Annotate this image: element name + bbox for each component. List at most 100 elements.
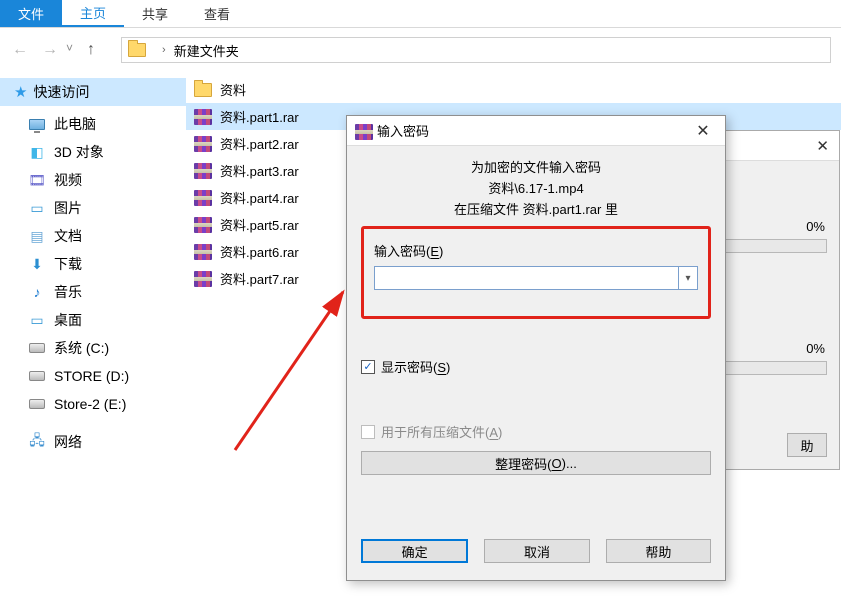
sidebar: ★ 快速访问 此电脑 ◧ 3D 对象 🎞 视频 ▭ 图片 ▤ 文档 ⬇ 下载 ♪ — [0, 72, 186, 605]
password-combobox: ▾ — [374, 266, 698, 290]
dialog-titlebar: ✕ — [721, 131, 839, 161]
dialog-button-row: 确定 取消 帮助 — [347, 532, 725, 580]
ribbon: 文件 主页 共享 查看 — [0, 0, 841, 28]
sidebar-item-drive-e[interactable]: Store-2 (E:) — [0, 390, 186, 418]
rar-icon — [194, 108, 212, 126]
sidebar-item-videos[interactable]: 🎞 视频 — [0, 166, 186, 194]
checkbox-icon — [361, 425, 375, 439]
show-password-checkbox-row[interactable]: ✓ 显示密码(S) — [361, 357, 711, 376]
disk-icon — [28, 343, 46, 353]
message-line: 为加密的文件输入密码 — [361, 158, 711, 179]
tab-home[interactable]: 主页 — [62, 0, 124, 27]
tab-share[interactable]: 共享 — [124, 0, 186, 27]
organize-passwords-button[interactable]: 整理密码(O)... — [361, 451, 711, 475]
ok-button[interactable]: 确定 — [361, 539, 468, 563]
address-row: ← → ˅ ↑ › 新建文件夹 — [0, 28, 841, 72]
sidebar-label: 音乐 — [54, 282, 82, 302]
dropdown-icon[interactable]: ▾ — [678, 266, 698, 290]
message-line: 资料\6.17-1.mp4 — [361, 179, 711, 200]
breadcrumb-folder[interactable]: 新建文件夹 — [174, 41, 239, 60]
disk-icon — [28, 371, 46, 381]
sidebar-item-this-pc[interactable]: 此电脑 — [0, 110, 186, 138]
sidebar-label: 图片 — [54, 198, 82, 218]
sidebar-item-network[interactable]: 🖧 网络 — [0, 428, 186, 456]
cancel-button[interactable]: 取消 — [484, 539, 589, 563]
sidebar-item-drive-c[interactable]: 系统 (C:) — [0, 334, 186, 362]
sidebar-label: STORE (D:) — [54, 368, 129, 384]
sidebar-item-documents[interactable]: ▤ 文档 — [0, 222, 186, 250]
sidebar-label: 系统 (C:) — [54, 338, 109, 358]
message-line: 在压缩文件 资料.part1.rar 里 — [361, 200, 711, 221]
sidebar-item-music[interactable]: ♪ 音乐 — [0, 278, 186, 306]
sidebar-label: Store-2 (E:) — [54, 396, 126, 412]
address-bar[interactable]: › 新建文件夹 — [121, 37, 831, 63]
progress-bar — [721, 361, 827, 375]
checkbox-icon[interactable]: ✓ — [361, 360, 375, 374]
up-icon[interactable]: ↑ — [87, 41, 95, 59]
progress-bar — [721, 239, 827, 253]
file-name: 资料.part4.rar — [220, 188, 299, 207]
sidebar-label: 快速访问 — [33, 82, 89, 102]
password-dialog: 输入密码 ✕ 为加密的文件输入密码 资料\6.17-1.mp4 在压缩文件 资料… — [346, 115, 726, 581]
file-name: 资料.part5.rar — [220, 215, 299, 234]
file-name: 资料.part1.rar — [220, 107, 299, 126]
file-name: 资料.part3.rar — [220, 161, 299, 180]
extract-progress-dialog: ✕ 0% 0% 助 — [720, 130, 840, 470]
nav-arrows: ← → ˅ ↑ — [10, 41, 101, 59]
use-for-all-checkbox-row: 用于所有压缩文件(A) — [361, 422, 711, 441]
sidebar-label: 视频 — [54, 170, 82, 190]
sidebar-label: 下载 — [54, 254, 82, 274]
password-input-label: 输入密码(E) — [374, 241, 698, 260]
monitor-icon — [28, 119, 46, 130]
help-button[interactable]: 帮助 — [606, 539, 711, 563]
list-item-folder[interactable]: 资料 — [186, 76, 841, 103]
progress-percent: 0% — [806, 219, 825, 234]
sidebar-item-drive-d[interactable]: STORE (D:) — [0, 362, 186, 390]
rar-icon — [194, 216, 212, 234]
pictures-icon: ▭ — [28, 200, 46, 217]
sidebar-item-desktop[interactable]: ▭ 桌面 — [0, 306, 186, 334]
tab-file[interactable]: 文件 — [0, 0, 62, 27]
video-icon: 🎞 — [28, 172, 46, 189]
rar-icon — [355, 123, 371, 139]
sidebar-item-3d-objects[interactable]: ◧ 3D 对象 — [0, 138, 186, 166]
rar-icon — [194, 243, 212, 261]
sidebar-item-downloads[interactable]: ⬇ 下载 — [0, 250, 186, 278]
rar-icon — [194, 189, 212, 207]
disk-icon — [28, 399, 46, 409]
file-name: 资料 — [220, 80, 246, 99]
checkbox-label: 显示密码(S) — [381, 357, 450, 376]
sidebar-label: 桌面 — [54, 310, 82, 330]
close-icon[interactable]: ✕ — [816, 137, 829, 155]
highlight-annotation: 输入密码(E) ▾ — [361, 226, 711, 319]
history-dropdown-icon[interactable]: ˅ — [66, 41, 73, 55]
downloads-icon: ⬇ — [28, 256, 46, 273]
sidebar-item-quick-access[interactable]: ★ 快速访问 — [0, 78, 186, 106]
star-icon: ★ — [14, 83, 27, 101]
rar-icon — [194, 270, 212, 288]
close-icon[interactable]: ✕ — [681, 116, 725, 145]
music-icon: ♪ — [28, 284, 46, 300]
sidebar-label: 网络 — [54, 432, 82, 452]
forward-icon[interactable]: → — [42, 41, 58, 59]
rar-icon — [194, 135, 212, 153]
dialog-title: 输入密码 — [377, 121, 429, 140]
network-icon: 🖧 — [28, 430, 46, 454]
cube-icon: ◧ — [28, 144, 46, 161]
checkbox-label: 用于所有压缩文件(A) — [381, 422, 502, 441]
back-icon[interactable]: ← — [12, 41, 28, 59]
sidebar-label: 文档 — [54, 226, 82, 246]
desktop-icon: ▭ — [28, 312, 46, 329]
progress-percent: 0% — [806, 341, 825, 356]
sidebar-item-pictures[interactable]: ▭ 图片 — [0, 194, 186, 222]
file-name: 资料.part2.rar — [220, 134, 299, 153]
dialog-message: 为加密的文件输入密码 资料\6.17-1.mp4 在压缩文件 资料.part1.… — [361, 158, 711, 220]
file-name: 资料.part6.rar — [220, 242, 299, 261]
rar-icon — [194, 162, 212, 180]
sidebar-label: 3D 对象 — [54, 142, 104, 162]
dialog-titlebar: 输入密码 ✕ — [347, 116, 725, 146]
help-button[interactable]: 助 — [787, 433, 827, 457]
password-input[interactable] — [374, 266, 678, 290]
tab-view[interactable]: 查看 — [186, 0, 248, 27]
file-name: 资料.part7.rar — [220, 269, 299, 288]
